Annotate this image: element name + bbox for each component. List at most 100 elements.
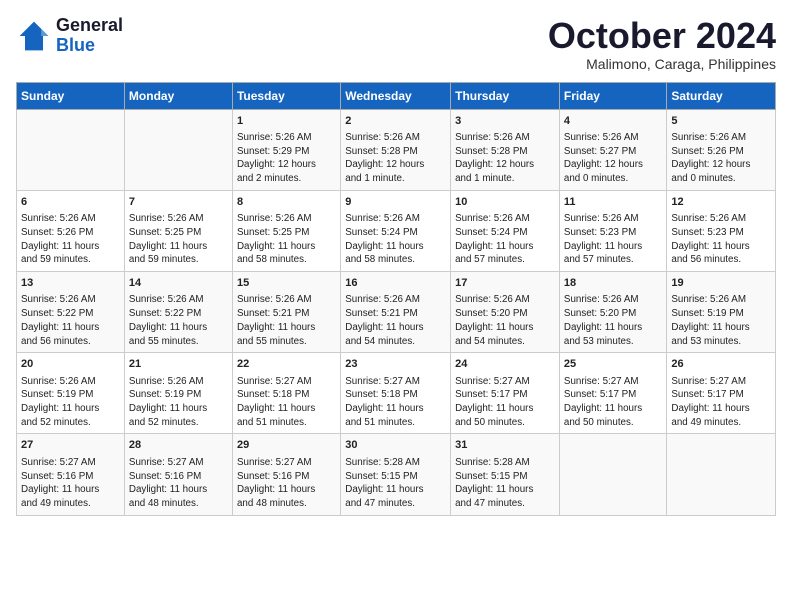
page-header: General Blue October 2024 Malimono, Cara… bbox=[16, 16, 776, 72]
day-info: Sunrise: 5:26 AM Sunset: 5:27 PM Dayligh… bbox=[564, 131, 662, 186]
calendar-cell: 30 Sunrise: 5:28 AM Sunset: 5:15 PM Dayli… bbox=[341, 434, 451, 515]
weekday-header: Wednesday bbox=[341, 82, 451, 109]
calendar-cell: 19 Sunrise: 5:26 AM Sunset: 5:19 PM Dayli… bbox=[667, 272, 776, 353]
day-info: Sunrise: 5:26 AM Sunset: 5:20 PM Dayligh… bbox=[564, 293, 662, 348]
calendar-cell: 28 Sunrise: 5:27 AM Sunset: 5:16 PM Dayli… bbox=[124, 434, 232, 515]
day-info: Sunrise: 5:26 AM Sunset: 5:26 PM Dayligh… bbox=[21, 212, 120, 267]
calendar-cell: 23 Sunrise: 5:27 AM Sunset: 5:18 PM Dayli… bbox=[341, 353, 451, 434]
day-number: 1 bbox=[237, 114, 336, 129]
weekday-header-row: SundayMondayTuesdayWednesdayThursdayFrid… bbox=[17, 82, 776, 109]
day-info: Sunrise: 5:26 AM Sunset: 5:20 PM Dayligh… bbox=[455, 293, 555, 348]
day-info: Sunrise: 5:27 AM Sunset: 5:16 PM Dayligh… bbox=[129, 456, 228, 511]
calendar-cell: 12 Sunrise: 5:26 AM Sunset: 5:23 PM Dayli… bbox=[667, 190, 776, 271]
day-info: Sunrise: 5:26 AM Sunset: 5:19 PM Dayligh… bbox=[671, 293, 771, 348]
weekday-header: Sunday bbox=[17, 82, 125, 109]
calendar-cell: 29Sunrise: 5:27 AM Sunset: 5:16 PM Dayli… bbox=[232, 434, 340, 515]
day-info: Sunrise: 5:27 AM Sunset: 5:16 PM Dayligh… bbox=[237, 456, 336, 511]
calendar-cell: 18 Sunrise: 5:26 AM Sunset: 5:20 PM Dayli… bbox=[559, 272, 666, 353]
day-number: 26 bbox=[671, 357, 771, 372]
calendar-cell: 16 Sunrise: 5:26 AM Sunset: 5:21 PM Dayli… bbox=[341, 272, 451, 353]
calendar-cell: 5 Sunrise: 5:26 AM Sunset: 5:26 PM Daylig… bbox=[667, 109, 776, 190]
location: Malimono, Caraga, Philippines bbox=[548, 56, 776, 72]
day-number: 28 bbox=[129, 438, 228, 453]
day-number: 31 bbox=[455, 438, 555, 453]
day-number: 12 bbox=[671, 195, 771, 210]
month-title: October 2024 bbox=[548, 16, 776, 56]
day-number: 17 bbox=[455, 276, 555, 291]
calendar-table: SundayMondayTuesdayWednesdayThursdayFrid… bbox=[16, 82, 776, 516]
day-number: 25 bbox=[564, 357, 662, 372]
logo-text: General Blue bbox=[56, 16, 123, 56]
day-number: 2 bbox=[345, 114, 446, 129]
day-info: Sunrise: 5:26 AM Sunset: 5:28 PM Dayligh… bbox=[455, 131, 555, 186]
day-number: 6 bbox=[21, 195, 120, 210]
day-number: 23 bbox=[345, 357, 446, 372]
day-info: Sunrise: 5:26 AM Sunset: 5:21 PM Dayligh… bbox=[345, 293, 446, 348]
day-info: Sunrise: 5:26 AM Sunset: 5:23 PM Dayligh… bbox=[671, 212, 771, 267]
day-number: 11 bbox=[564, 195, 662, 210]
day-number: 13 bbox=[21, 276, 120, 291]
weekday-header: Saturday bbox=[667, 82, 776, 109]
calendar-cell: 31Sunrise: 5:28 AM Sunset: 5:15 PM Dayli… bbox=[451, 434, 560, 515]
day-info: Sunrise: 5:26 AM Sunset: 5:25 PM Dayligh… bbox=[237, 212, 336, 267]
day-info: Sunrise: 5:27 AM Sunset: 5:16 PM Dayligh… bbox=[21, 456, 120, 511]
day-number: 9 bbox=[345, 195, 446, 210]
day-number: 20 bbox=[21, 357, 120, 372]
calendar-cell: 2Sunrise: 5:26 AM Sunset: 5:28 PM Daylig… bbox=[341, 109, 451, 190]
calendar-cell: 13 Sunrise: 5:26 AM Sunset: 5:22 PM Dayli… bbox=[17, 272, 125, 353]
calendar-cell bbox=[559, 434, 666, 515]
logo: General Blue bbox=[16, 16, 123, 56]
day-number: 22 bbox=[237, 357, 336, 372]
calendar-cell: 9Sunrise: 5:26 AM Sunset: 5:24 PM Daylig… bbox=[341, 190, 451, 271]
calendar-cell: 21Sunrise: 5:26 AM Sunset: 5:19 PM Dayli… bbox=[124, 353, 232, 434]
weekday-header: Friday bbox=[559, 82, 666, 109]
calendar-cell: 11 Sunrise: 5:26 AM Sunset: 5:23 PM Dayli… bbox=[559, 190, 666, 271]
calendar-cell: 27 Sunrise: 5:27 AM Sunset: 5:16 PM Dayli… bbox=[17, 434, 125, 515]
day-number: 7 bbox=[129, 195, 228, 210]
day-number: 18 bbox=[564, 276, 662, 291]
calendar-week-row: 20 Sunrise: 5:26 AM Sunset: 5:19 PM Dayli… bbox=[17, 353, 776, 434]
weekday-header: Monday bbox=[124, 82, 232, 109]
day-info: Sunrise: 5:27 AM Sunset: 5:18 PM Dayligh… bbox=[237, 375, 336, 430]
calendar-cell bbox=[667, 434, 776, 515]
calendar-cell: 17 Sunrise: 5:26 AM Sunset: 5:20 PM Dayli… bbox=[451, 272, 560, 353]
calendar-week-row: 13 Sunrise: 5:26 AM Sunset: 5:22 PM Dayli… bbox=[17, 272, 776, 353]
day-info: Sunrise: 5:26 AM Sunset: 5:25 PM Dayligh… bbox=[129, 212, 228, 267]
calendar-cell: 25 Sunrise: 5:27 AM Sunset: 5:17 PM Dayli… bbox=[559, 353, 666, 434]
weekday-header: Tuesday bbox=[232, 82, 340, 109]
day-number: 8 bbox=[237, 195, 336, 210]
day-info: Sunrise: 5:27 AM Sunset: 5:17 PM Dayligh… bbox=[671, 375, 771, 430]
calendar-cell: 22 Sunrise: 5:27 AM Sunset: 5:18 PM Dayli… bbox=[232, 353, 340, 434]
calendar-cell: 15Sunrise: 5:26 AM Sunset: 5:21 PM Dayli… bbox=[232, 272, 340, 353]
day-number: 19 bbox=[671, 276, 771, 291]
day-info: Sunrise: 5:26 AM Sunset: 5:26 PM Dayligh… bbox=[671, 131, 771, 186]
day-number: 5 bbox=[671, 114, 771, 129]
calendar-week-row: 27 Sunrise: 5:27 AM Sunset: 5:16 PM Dayli… bbox=[17, 434, 776, 515]
day-number: 3 bbox=[455, 114, 555, 129]
day-info: Sunrise: 5:27 AM Sunset: 5:18 PM Dayligh… bbox=[345, 375, 446, 430]
day-info: Sunrise: 5:27 AM Sunset: 5:17 PM Dayligh… bbox=[564, 375, 662, 430]
day-info: Sunrise: 5:26 AM Sunset: 5:19 PM Dayligh… bbox=[129, 375, 228, 430]
day-info: Sunrise: 5:26 AM Sunset: 5:19 PM Dayligh… bbox=[21, 375, 120, 430]
day-info: Sunrise: 5:26 AM Sunset: 5:23 PM Dayligh… bbox=[564, 212, 662, 267]
day-info: Sunrise: 5:26 AM Sunset: 5:29 PM Dayligh… bbox=[237, 131, 336, 186]
day-number: 27 bbox=[21, 438, 120, 453]
day-number: 16 bbox=[345, 276, 446, 291]
weekday-header: Thursday bbox=[451, 82, 560, 109]
calendar-cell bbox=[17, 109, 125, 190]
day-number: 15 bbox=[237, 276, 336, 291]
calendar-cell: 3 Sunrise: 5:26 AM Sunset: 5:28 PM Daylig… bbox=[451, 109, 560, 190]
day-number: 4 bbox=[564, 114, 662, 129]
day-number: 10 bbox=[455, 195, 555, 210]
day-number: 24 bbox=[455, 357, 555, 372]
day-info: Sunrise: 5:26 AM Sunset: 5:22 PM Dayligh… bbox=[21, 293, 120, 348]
calendar-cell: 14Sunrise: 5:26 AM Sunset: 5:22 PM Dayli… bbox=[124, 272, 232, 353]
title-block: October 2024 Malimono, Caraga, Philippin… bbox=[548, 16, 776, 72]
day-info: Sunrise: 5:26 AM Sunset: 5:24 PM Dayligh… bbox=[455, 212, 555, 267]
calendar-cell: 26 Sunrise: 5:27 AM Sunset: 5:17 PM Dayli… bbox=[667, 353, 776, 434]
calendar-cell: 4 Sunrise: 5:26 AM Sunset: 5:27 PM Daylig… bbox=[559, 109, 666, 190]
calendar-cell: 24Sunrise: 5:27 AM Sunset: 5:17 PM Dayli… bbox=[451, 353, 560, 434]
day-info: Sunrise: 5:28 AM Sunset: 5:15 PM Dayligh… bbox=[345, 456, 446, 511]
day-number: 30 bbox=[345, 438, 446, 453]
calendar-cell: 1 Sunrise: 5:26 AM Sunset: 5:29 PM Daylig… bbox=[232, 109, 340, 190]
